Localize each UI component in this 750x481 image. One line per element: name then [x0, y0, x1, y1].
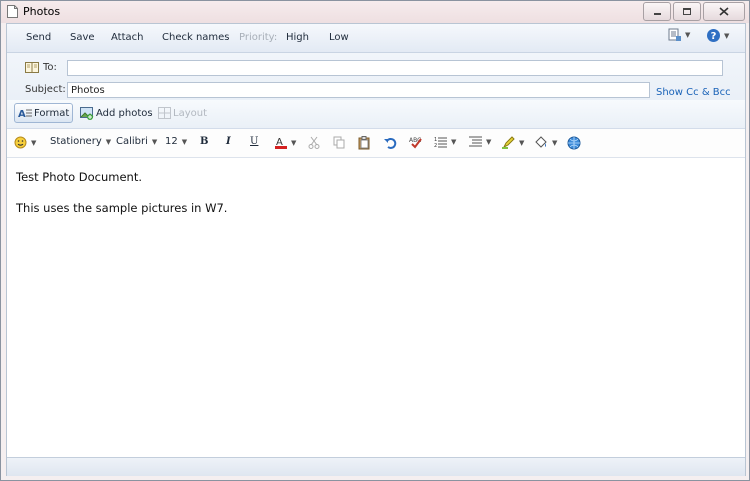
help-icon: ?: [707, 29, 720, 42]
format-label: Format: [34, 107, 70, 119]
add-photos-icon: [80, 106, 94, 120]
underline-button[interactable]: U: [250, 136, 258, 147]
chevron-down-icon: ▼: [451, 138, 457, 146]
undo-button[interactable]: [384, 136, 397, 149]
window-title: Photos: [23, 5, 61, 18]
hyperlink-button[interactable]: [567, 136, 581, 150]
chevron-down-icon: ▼: [181, 137, 188, 146]
send-button[interactable]: Send: [26, 32, 51, 43]
spell-check-icon: ABC: [409, 137, 422, 149]
format-tab[interactable]: A Format: [14, 103, 74, 123]
chevron-down-icon: ▼: [105, 137, 112, 146]
chevron-down-icon: ▼: [151, 137, 158, 146]
view-options-icon: [668, 28, 681, 41]
message-body[interactable]: Test Photo Document. This uses the sampl…: [7, 158, 745, 453]
layout-label: Layout: [173, 107, 207, 119]
maximize-icon: [683, 8, 691, 15]
font-size-dropdown[interactable]: 12 ▼: [165, 136, 187, 147]
close-button[interactable]: [703, 2, 745, 21]
status-bar: [7, 457, 745, 476]
format-bar: A Format Add photos Layout: [7, 100, 745, 129]
copy-icon: [333, 136, 345, 149]
add-photos-label: Add photos: [96, 107, 153, 119]
show-cc-bcc-link[interactable]: Show Cc & Bcc: [656, 87, 731, 98]
chevron-down-icon: ▼: [552, 138, 558, 147]
to-field[interactable]: [67, 60, 723, 76]
emoticon-icon: [14, 136, 27, 149]
highlight-button[interactable]: ▼: [502, 136, 524, 149]
font-color-icon: A: [275, 137, 287, 149]
background-button[interactable]: ▼: [534, 136, 557, 149]
subject-field[interactable]: Photos: [67, 82, 650, 98]
paragraph-format-icon: [469, 136, 482, 147]
paint-bucket-icon: [535, 136, 547, 148]
message-line: This uses the sample pictures in W7.: [16, 201, 228, 215]
add-photos-button[interactable]: Add photos: [77, 103, 156, 123]
document-icon: [7, 5, 18, 18]
undo-icon: [384, 137, 397, 149]
font-family-value: Calibri: [116, 136, 148, 147]
check-names-button[interactable]: Check names: [162, 32, 230, 43]
to-label[interactable]: To:: [43, 62, 57, 73]
italic-button[interactable]: I: [226, 136, 231, 147]
title-bar[interactable]: Photos: [1, 1, 749, 23]
chevron-down-icon: ▼: [724, 31, 730, 40]
subject-label: Subject:: [25, 84, 66, 95]
emoticon-button[interactable]: ▼: [14, 136, 36, 149]
compose-window: Photos Send Save Attach Check names Prio…: [0, 0, 750, 481]
svg-text:?: ?: [711, 31, 717, 42]
chevron-down-icon: ▼: [291, 138, 297, 147]
stationery-label: Stationery: [50, 136, 102, 147]
layout-icon: [158, 107, 171, 119]
scissors-icon: [308, 136, 320, 149]
chevron-down-icon: ▼: [486, 138, 492, 146]
text-formatting-bar: ▼ Stationery ▼ Calibri ▼ 12 ▼ B I U A ▼: [7, 129, 745, 158]
bold-button[interactable]: B: [200, 136, 208, 147]
chevron-down-icon: ▼: [685, 31, 691, 39]
save-button[interactable]: Save: [70, 32, 95, 43]
paste-button[interactable]: [358, 136, 371, 150]
globe-link-icon: [567, 136, 581, 150]
view-menu-button[interactable]: ▼: [668, 28, 690, 42]
font-size-value: 12: [165, 136, 178, 147]
address-book-icon[interactable]: [25, 62, 39, 73]
stationery-dropdown[interactable]: Stationery ▼: [50, 136, 111, 147]
highlighter-icon: [502, 136, 515, 149]
close-icon: [719, 7, 729, 16]
maximize-button[interactable]: [673, 2, 701, 21]
format-icon: A: [18, 109, 32, 119]
copy-button[interactable]: [333, 136, 346, 149]
cut-button[interactable]: [308, 136, 320, 149]
chevron-down-icon: ▼: [519, 138, 525, 147]
chevron-down-icon: ▼: [31, 138, 37, 147]
help-menu-button[interactable]: ? ▼: [706, 28, 729, 43]
layout-button[interactable]: Layout: [155, 103, 210, 123]
message-line: Test Photo Document.: [16, 170, 142, 184]
list-button[interactable]: 12 ▼: [434, 136, 456, 148]
priority-low-button[interactable]: Low: [329, 32, 349, 43]
paste-icon: [358, 136, 370, 150]
font-color-button[interactable]: A ▼: [275, 136, 296, 149]
numbered-list-icon: 12: [434, 137, 447, 148]
priority-label: Priority:: [239, 32, 278, 43]
minimize-button[interactable]: [643, 2, 671, 21]
minimize-icon: [653, 12, 661, 15]
priority-high-button[interactable]: High: [286, 32, 309, 43]
main-toolbar: Send Save Attach Check names Priority: H…: [7, 24, 745, 53]
svg-text:A: A: [18, 109, 26, 119]
compose-area: Send Save Attach Check names Priority: H…: [6, 23, 746, 476]
paragraph-button[interactable]: ▼: [469, 136, 491, 148]
font-family-dropdown[interactable]: Calibri ▼: [116, 136, 157, 147]
svg-text:2: 2: [434, 143, 437, 148]
spell-check-button[interactable]: ABC: [409, 136, 423, 149]
attach-button[interactable]: Attach: [111, 32, 143, 43]
